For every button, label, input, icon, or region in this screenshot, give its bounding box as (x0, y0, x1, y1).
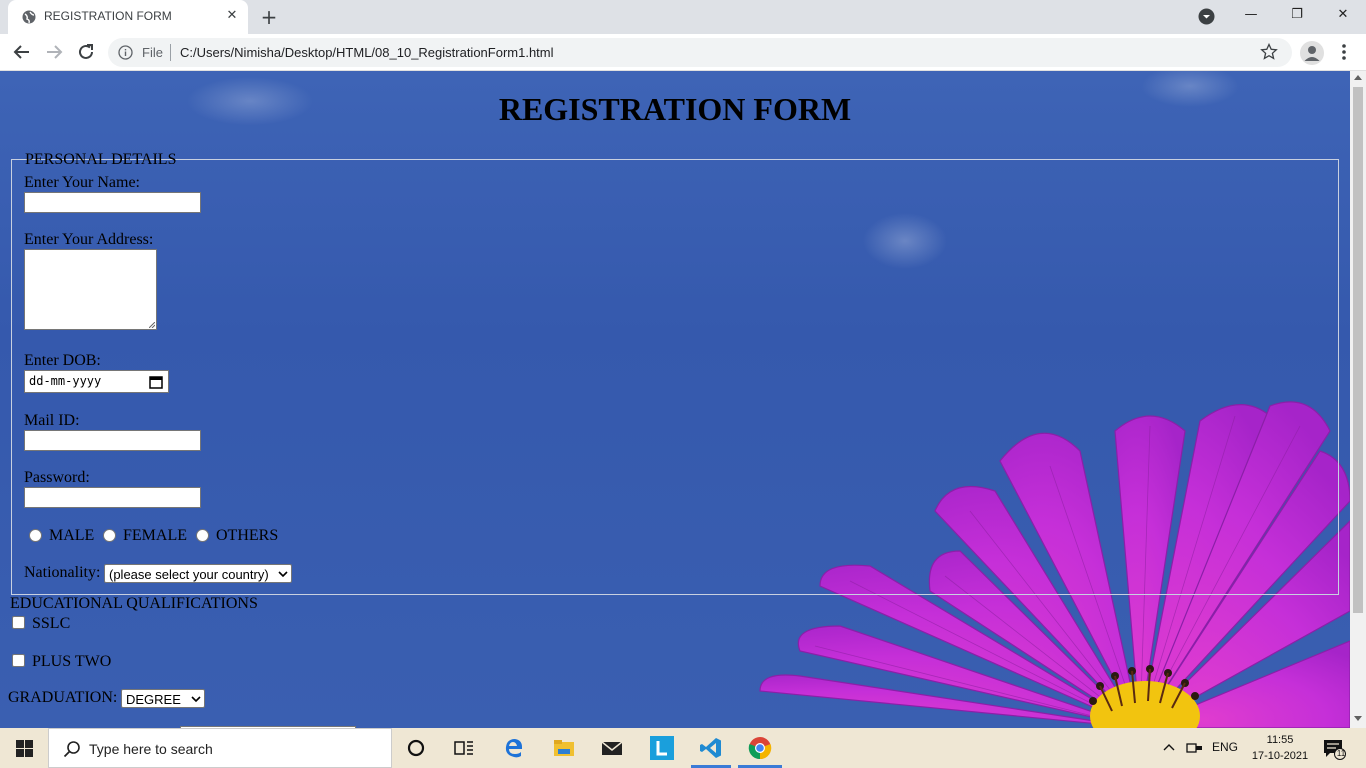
edge-icon[interactable] (502, 736, 526, 760)
globe-icon (22, 10, 36, 24)
close-window-button[interactable]: ✕ (1320, 0, 1366, 32)
password-input[interactable] (24, 487, 201, 508)
gender-label-others: OTHERS (216, 527, 279, 544)
page-title: REGISTRATION FORM (498, 91, 852, 127)
scroll-down-icon[interactable] (1354, 716, 1362, 721)
password-label: Password: (24, 469, 90, 486)
sslc-checkbox[interactable] (12, 616, 25, 629)
gender-radio-female[interactable] (103, 529, 116, 542)
clock-date: 17-10-2021 (1251, 750, 1309, 762)
address-textarea[interactable] (24, 249, 157, 330)
back-arrow-icon[interactable] (10, 40, 34, 64)
notification-count: 11 (1336, 749, 1346, 758)
nationality-select[interactable]: (please select your country) (104, 564, 292, 583)
cortana-icon[interactable] (404, 736, 428, 760)
sslc-label: SSLC (32, 615, 71, 632)
personal-details-legend: PERSONAL DETAILS (25, 151, 177, 168)
dob-date-input[interactable]: dd-mm-yyyy (24, 370, 169, 393)
tab-title: REGISTRATION FORM (44, 9, 172, 23)
gender-radio-male[interactable] (29, 529, 42, 542)
windows-start-icon[interactable] (16, 740, 33, 757)
personal-details-fieldset (11, 159, 1339, 595)
chevron-down-icon (191, 696, 201, 703)
taskbar-search-box[interactable]: Type here to search (48, 728, 392, 768)
search-icon (63, 741, 80, 758)
mail-icon[interactable] (600, 736, 624, 760)
scroll-up-icon[interactable] (1354, 75, 1362, 80)
file-scheme-label: File (142, 45, 163, 60)
resize-grip-icon[interactable] (149, 322, 155, 328)
chrome-icon[interactable] (748, 736, 772, 760)
url-text[interactable]: C:/Users/Nimisha/Desktop/HTML/08_10_Regi… (180, 45, 554, 60)
taskbar-clock[interactable]: 11:55 17-10-2021 (1250, 732, 1310, 764)
l-app-icon[interactable] (650, 736, 674, 760)
address-bar[interactable]: File C:/Users/Nimisha/Desktop/HTML/08_10… (108, 38, 1292, 67)
vscode-icon[interactable] (699, 736, 723, 760)
info-icon[interactable] (118, 45, 133, 60)
chevron-up-icon[interactable] (1162, 740, 1176, 754)
mail-input[interactable] (24, 430, 201, 451)
clock-time: 11:55 (1266, 734, 1294, 746)
education-heading: EDUCATIONAL QUALIFICATIONS (10, 595, 258, 612)
dob-placeholder: dd-mm-yyyy (29, 374, 102, 388)
language-indicator[interactable]: ENG (1212, 740, 1238, 754)
scrollbar-thumb[interactable] (1353, 87, 1363, 613)
graduation-select[interactable]: DEGREE (121, 689, 205, 708)
plus-two-checkbox[interactable] (12, 654, 25, 667)
more-menu-icon[interactable] (1336, 42, 1352, 62)
plus-two-label: PLUS TWO (32, 653, 112, 670)
browser-tab[interactable]: REGISTRATION FORM ✕ (8, 0, 248, 34)
graduation-label: GRADUATION: (8, 689, 118, 706)
tab-strip: REGISTRATION FORM ✕ + — ❐ ✕ (0, 0, 1366, 34)
restore-button[interactable]: ❐ (1274, 0, 1320, 32)
bookmark-star-icon[interactable] (1260, 43, 1278, 61)
task-view-icon[interactable] (452, 736, 476, 760)
calendar-icon[interactable] (149, 375, 163, 389)
name-label: Enter Your Name: (24, 174, 140, 191)
gender-radio-others[interactable] (196, 529, 209, 542)
graduation-selected-value: DEGREE (126, 692, 181, 707)
search-placeholder: Type here to search (89, 741, 213, 757)
reload-icon[interactable] (74, 40, 98, 64)
nationality-selected-value: (please select your country) (109, 567, 269, 582)
forward-arrow-icon[interactable] (42, 40, 66, 64)
gender-label-female: FEMALE (123, 527, 187, 544)
tab-close-icon[interactable]: ✕ (224, 8, 240, 24)
address-label: Enter Your Address: (24, 231, 154, 248)
gender-label-male: MALE (49, 527, 95, 544)
tab-search-icon[interactable] (1198, 8, 1215, 25)
omnibox-divider (170, 44, 171, 61)
network-icon[interactable] (1186, 740, 1204, 756)
minimize-button[interactable]: — (1228, 0, 1274, 32)
dob-label: Enter DOB: (24, 352, 101, 369)
file-explorer-icon[interactable] (552, 736, 576, 760)
browser-toolbar: File C:/Users/Nimisha/Desktop/HTML/08_10… (0, 34, 1366, 71)
vertical-scrollbar[interactable] (1350, 71, 1366, 728)
new-tab-button[interactable]: + (258, 6, 280, 28)
chevron-down-icon (278, 571, 288, 578)
mail-label: Mail ID: (24, 412, 80, 429)
name-input[interactable] (24, 192, 201, 213)
profile-avatar[interactable] (1300, 41, 1324, 65)
page-viewport: REGISTRATION FORM PERSONAL DETAILS Enter… (0, 71, 1350, 728)
windows-taskbar: Type here to search ENG 11:55 17-10-2021… (0, 728, 1366, 768)
nationality-label: Nationality: (24, 564, 101, 581)
person-icon (1304, 46, 1320, 61)
